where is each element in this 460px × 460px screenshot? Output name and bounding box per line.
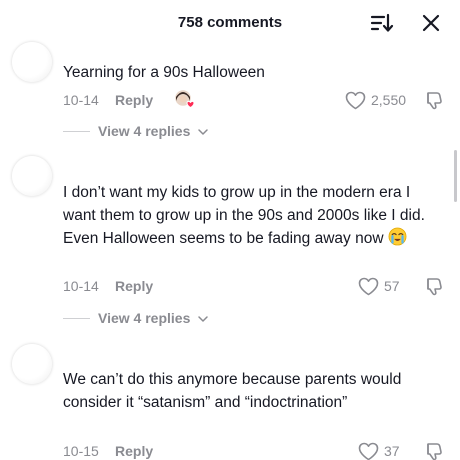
avatar[interactable] — [12, 156, 52, 196]
heart-icon — [345, 91, 366, 109]
comment-date: 10-15 — [63, 443, 99, 459]
chevron-down-icon — [197, 125, 209, 137]
chevron-down-icon — [197, 312, 209, 324]
reply-button[interactable]: Reply — [115, 278, 153, 294]
comment-text-body: I don’t want my kids to grow up in the m… — [63, 184, 425, 247]
comment-date: 10-14 — [63, 92, 99, 108]
like-button[interactable]: 37 — [358, 441, 400, 460]
comment-text: I don’t want my kids to grow up in the m… — [63, 182, 443, 251]
view-replies-label: View 4 replies — [98, 310, 191, 326]
view-replies-label: View 4 replies — [98, 123, 191, 139]
comments-header: 758 comments — [0, 0, 460, 46]
comment-meta: 10-15 Reply 37 — [63, 441, 453, 460]
dislike-icon[interactable] — [423, 276, 443, 296]
comment-meta: 10-14 Reply 2,550 — [63, 88, 453, 110]
reply-button[interactable]: Reply — [115, 92, 153, 108]
comment-meta: 10-14 Reply 57 — [63, 276, 453, 296]
replies-divider — [63, 131, 90, 132]
dislike-icon[interactable] — [423, 90, 443, 110]
avatar[interactable] — [12, 42, 52, 82]
loudly-crying-face-icon — [388, 227, 407, 246]
heart-icon — [358, 277, 379, 295]
comment-text: Yearning for a 90s Halloween — [63, 64, 265, 81]
comment-date: 10-14 — [63, 278, 99, 294]
creator-liked-avatar — [173, 88, 199, 110]
scrollbar[interactable] — [454, 150, 457, 202]
like-count: 37 — [384, 443, 400, 459]
replies-divider — [63, 318, 90, 319]
like-count: 57 — [384, 278, 400, 294]
like-count: 2,550 — [371, 92, 407, 108]
avatar[interactable] — [12, 344, 52, 384]
view-replies-button[interactable]: View 4 replies — [63, 121, 263, 141]
comment-text: We can’t do this anymore because parents… — [63, 371, 402, 411]
close-icon[interactable] — [420, 12, 442, 34]
like-button[interactable]: 57 — [358, 276, 400, 296]
heart-icon — [358, 442, 379, 460]
view-replies-button[interactable]: View 4 replies — [63, 308, 263, 328]
dislike-icon[interactable] — [423, 441, 443, 460]
reply-button[interactable]: Reply — [115, 443, 153, 459]
like-button[interactable]: 2,550 — [345, 90, 406, 110]
sort-icon[interactable] — [370, 12, 394, 34]
